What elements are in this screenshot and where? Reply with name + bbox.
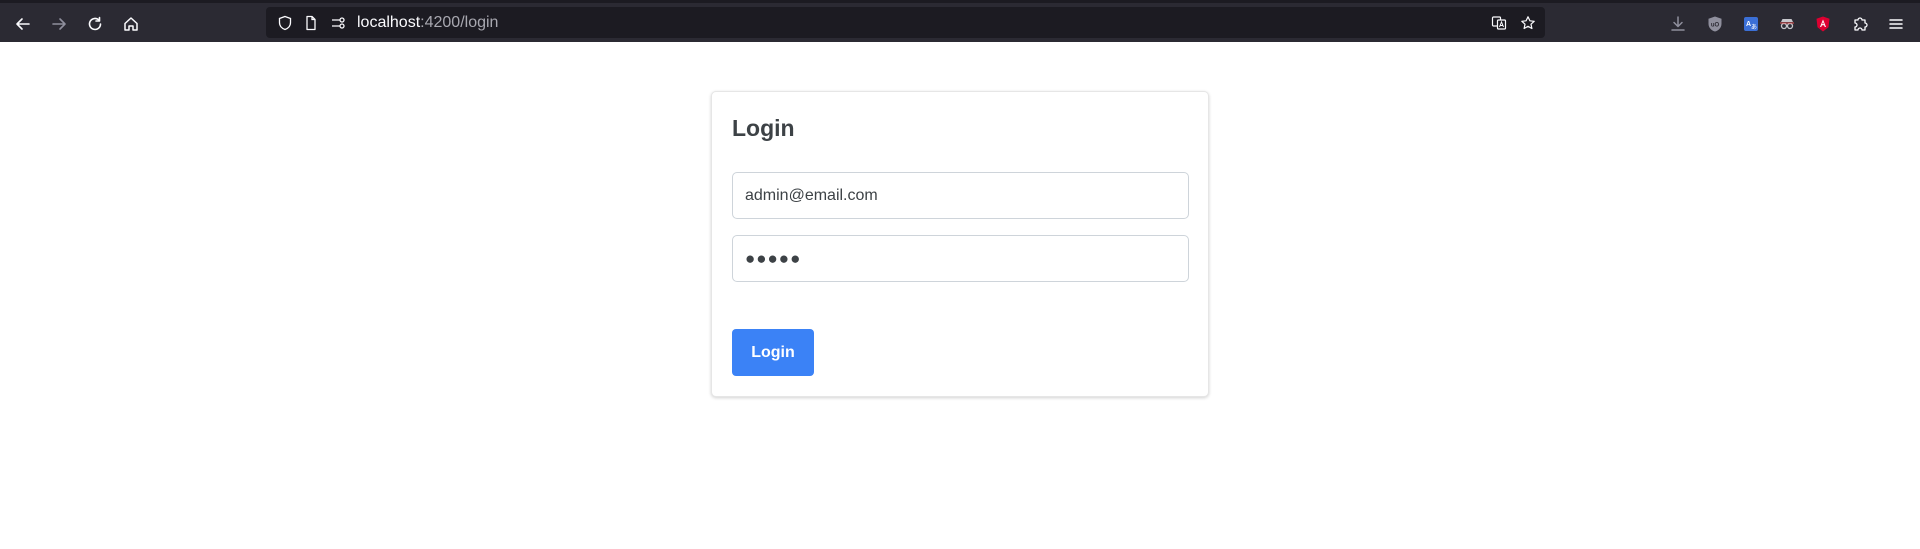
- translator-extension-icon[interactable]: Aあ: [1739, 12, 1763, 36]
- page-icon[interactable]: [301, 13, 321, 33]
- url-text[interactable]: localhost:4200/login: [357, 14, 498, 32]
- back-arrow-icon[interactable]: [8, 10, 38, 38]
- permissions-icon[interactable]: [328, 13, 348, 33]
- angular-icon[interactable]: [1811, 12, 1835, 36]
- url-host: localhost: [357, 14, 421, 31]
- shield-icon[interactable]: [275, 13, 295, 33]
- reload-icon[interactable]: [80, 10, 110, 38]
- home-icon[interactable]: [116, 10, 146, 38]
- spy-extension-icon[interactable]: [1775, 12, 1799, 36]
- svg-text:あ: あ: [1751, 24, 1757, 31]
- download-icon[interactable]: [1666, 12, 1690, 36]
- bookmark-star-icon[interactable]: [1518, 13, 1538, 33]
- password-field[interactable]: ●●●●●: [732, 235, 1189, 282]
- url-path: :4200/login: [420, 14, 499, 31]
- svg-text:uO: uO: [1711, 23, 1720, 29]
- extensions-puzzle-icon[interactable]: [1848, 12, 1872, 36]
- ublock-icon[interactable]: uO: [1703, 12, 1727, 36]
- login-title: Login: [732, 115, 795, 141]
- menu-icon[interactable]: [1884, 12, 1908, 36]
- translate-icon[interactable]: [1489, 13, 1509, 33]
- page-content: Login admin@email.com ●●●●● Login: [0, 42, 1920, 549]
- forward-arrow-icon[interactable]: [44, 10, 74, 38]
- email-field[interactable]: admin@email.com: [732, 172, 1189, 219]
- address-bar[interactable]: localhost:4200/login: [266, 7, 1545, 38]
- login-card: Login admin@email.com ●●●●● Login: [711, 91, 1209, 397]
- browser-toolbar: localhost:4200/login uO Aあ: [0, 0, 1920, 42]
- login-button[interactable]: Login: [732, 329, 814, 376]
